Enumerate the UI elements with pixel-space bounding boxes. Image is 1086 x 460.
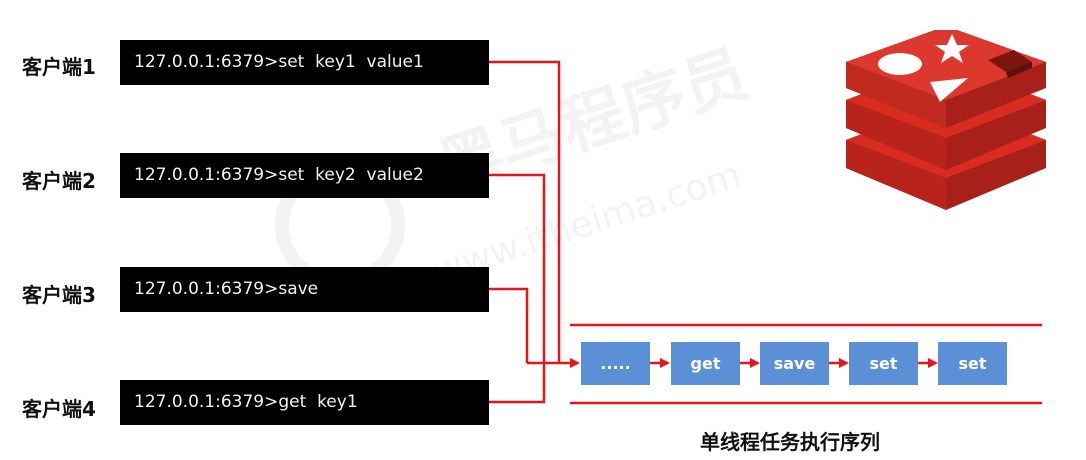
queue-caption: 单线程任务执行序列	[700, 430, 880, 454]
queue-item-5: set	[938, 342, 1007, 385]
queue-item-1: .....	[581, 342, 650, 385]
client-label-3: 客户端3	[22, 283, 96, 307]
connector-client3	[489, 287, 529, 363]
client-label-4: 客户端4	[22, 397, 96, 421]
client-label-1: 客户端1	[22, 55, 96, 79]
connector-client4	[489, 363, 546, 404]
connector-client1	[489, 60, 561, 363]
queue-item-2: get	[671, 342, 740, 385]
redis-logo-icon	[846, 30, 1046, 210]
diagram: 黑马程序员 TM www.itheima.com 客户端1 127.0.0.1:…	[0, 0, 1086, 460]
client-terminal-2: 127.0.0.1:6379>set key2 value2	[120, 153, 489, 198]
client-terminal-3: 127.0.0.1:6379>save	[120, 267, 489, 312]
connector-client2	[489, 173, 546, 363]
queue-item-4: set	[849, 342, 918, 385]
client-terminal-4: 127.0.0.1:6379>get key1	[120, 380, 489, 425]
queue-item-3: save	[760, 342, 829, 385]
client-terminal-1: 127.0.0.1:6379>set key1 value1	[120, 40, 489, 85]
client-label-2: 客户端2	[22, 169, 96, 193]
